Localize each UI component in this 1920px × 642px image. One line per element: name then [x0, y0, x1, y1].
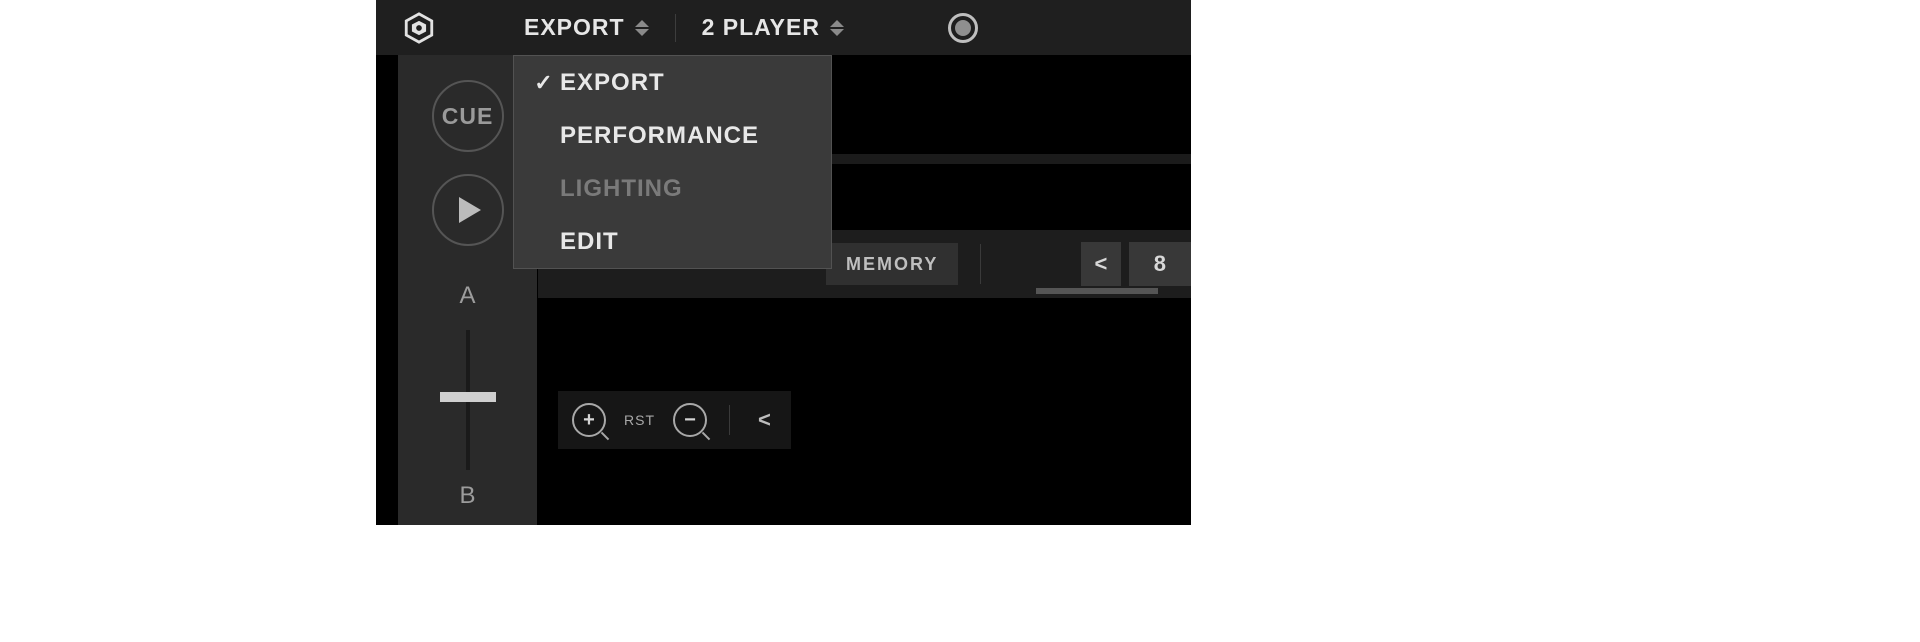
mode-option-performance[interactable]: PERFORMANCE [514, 109, 831, 162]
loop-progress [1036, 288, 1158, 294]
dj-app-window: EXPORT 2 PLAYER ✓ EXPORT PERFORMANCE [376, 0, 1191, 525]
zoom-out-button[interactable]: − [673, 403, 707, 437]
beat-jump-prev-button[interactable]: < [1081, 242, 1121, 286]
play-button[interactable] [432, 174, 504, 246]
zoom-reset-button[interactable]: RST [624, 412, 655, 428]
minus-icon: − [684, 409, 696, 432]
memory-label: MEMORY [846, 254, 938, 275]
cue-button[interactable]: CUE [432, 80, 504, 152]
chevron-left-icon: < [758, 407, 771, 432]
mode-option-label: PERFORMANCE [560, 122, 759, 150]
app-logo [376, 11, 462, 45]
play-icon [459, 197, 481, 223]
stepper-arrows-icon [830, 20, 844, 36]
memory-button[interactable]: MEMORY [826, 243, 958, 285]
top-bar: EXPORT 2 PLAYER [376, 0, 1191, 55]
player-count-selector[interactable]: 2 PLAYER [688, 14, 858, 41]
separator [729, 405, 730, 435]
mode-option-label: LIGHTING [560, 175, 683, 203]
mode-option-label: EXPORT [560, 69, 665, 97]
separator [980, 244, 981, 284]
fader-handle[interactable] [440, 392, 496, 402]
mode-option-export[interactable]: ✓ EXPORT [514, 56, 831, 109]
waveform-prev-button[interactable]: < [752, 407, 777, 433]
mode-selector[interactable]: EXPORT [510, 14, 663, 41]
crossfader[interactable] [466, 330, 470, 470]
plus-icon: + [583, 409, 595, 432]
mode-option-label: EDIT [560, 228, 619, 256]
zoom-in-button[interactable]: + [572, 403, 606, 437]
record-button[interactable] [948, 13, 978, 43]
deck-b-label: B [459, 482, 475, 510]
mode-selector-label: EXPORT [524, 14, 625, 41]
mode-option-edit[interactable]: EDIT [514, 215, 831, 268]
zoom-toolbar: + RST − < [558, 391, 791, 449]
mode-option-lighting: LIGHTING [514, 162, 831, 215]
separator [675, 14, 676, 42]
cue-label: CUE [442, 103, 494, 130]
stepper-arrows-icon [635, 20, 649, 36]
hexagon-logo-icon [402, 11, 436, 45]
check-icon: ✓ [528, 70, 560, 96]
beat-jump-value-text: 8 [1154, 251, 1166, 277]
beat-jump-value[interactable]: 8 [1129, 242, 1191, 286]
mode-dropdown: ✓ EXPORT PERFORMANCE LIGHTING EDIT [513, 55, 832, 269]
player-count-label: 2 PLAYER [702, 14, 820, 41]
record-icon [948, 13, 978, 43]
chevron-left-icon: < [1094, 251, 1107, 277]
deck-a-label: A [459, 282, 475, 310]
